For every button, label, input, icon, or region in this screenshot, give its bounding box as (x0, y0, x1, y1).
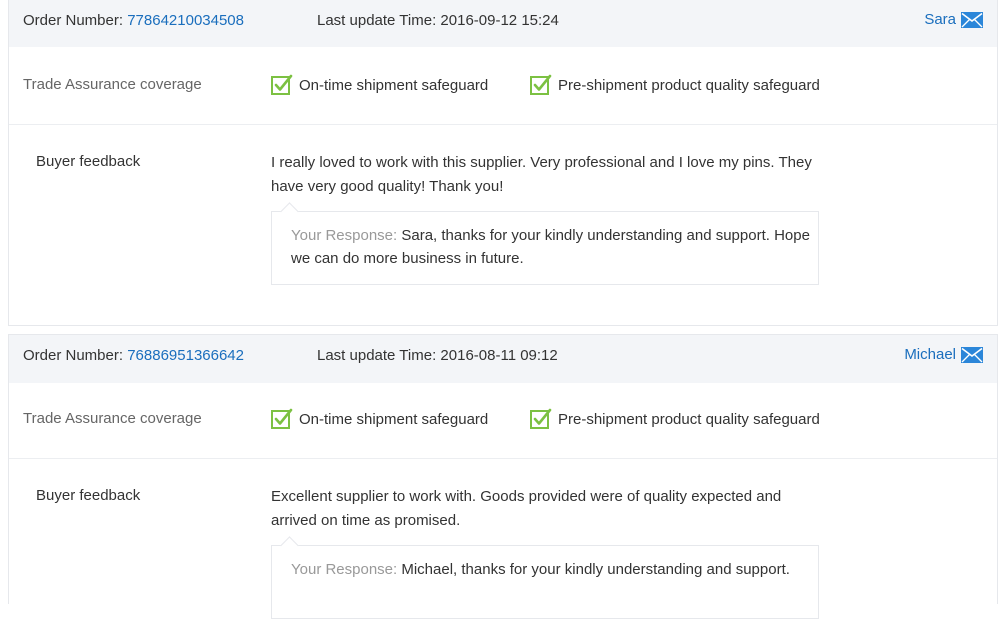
trade-assurance-row: Trade Assurance coverage On-time shipmen… (9, 47, 997, 125)
order-number-field: Order Number: 77864210034508 (23, 12, 244, 29)
response-text: Your Response: Michael, thanks for your … (291, 558, 811, 581)
mail-icon[interactable] (961, 11, 983, 28)
mail-icon[interactable] (961, 346, 983, 363)
safeguard-on-time: On-time shipment safeguard (271, 408, 488, 430)
coverage-label: Trade Assurance coverage (23, 410, 202, 427)
order-number-label: Order Number: (23, 347, 124, 364)
order-number-link[interactable]: 76886951366642 (127, 347, 244, 364)
order-card: Order Number: 77864210034508 Last update… (8, 0, 998, 326)
last-update-field: Last update Time: 2016-09-12 15:24 (317, 12, 559, 29)
last-update-field: Last update Time: 2016-08-11 09:12 (317, 347, 558, 364)
buyer-name[interactable]: Michael (904, 346, 956, 363)
safeguard-quality: Pre-shipment product quality safeguard (530, 408, 820, 430)
trade-assurance-row: Trade Assurance coverage On-time shipmen… (9, 381, 997, 459)
last-update-value: 2016-09-12 15:24 (440, 12, 559, 29)
order-number-link[interactable]: 77864210034508 (127, 12, 244, 29)
order-header: Order Number: 77864210034508 Last update… (9, 0, 997, 47)
check-icon (271, 74, 293, 95)
last-update-label: Last update Time: (317, 12, 437, 29)
order-card: Order Number: 76886951366642 Last update… (8, 334, 998, 619)
order-header: Order Number: 76886951366642 Last update… (9, 334, 997, 383)
contact-buyer-link[interactable]: Sara (924, 11, 983, 28)
response-box: Your Response: Michael, thanks for your … (271, 536, 819, 619)
safeguard-label: On-time shipment safeguard (299, 76, 489, 94)
response-text: Your Response: Sara, thanks for your kin… (291, 224, 811, 270)
feedback-text: Excellent supplier to work with. Goods p… (271, 488, 782, 529)
check-icon (530, 408, 552, 429)
last-update-label: Last update Time: (317, 347, 437, 364)
contact-buyer-link[interactable]: Michael (904, 346, 983, 363)
feedback-text: I really loved to work with this supplie… (271, 154, 812, 195)
check-icon (271, 408, 293, 429)
response-pointer (280, 536, 299, 555)
safeguard-label: On-time shipment safeguard (299, 410, 489, 428)
order-number-field: Order Number: 76886951366642 (23, 347, 244, 364)
response-message: Michael, thanks for your kindly understa… (401, 561, 790, 578)
check-icon (530, 74, 552, 95)
response-pointer (280, 202, 299, 221)
your-response-label: Your Response: (291, 227, 398, 244)
last-update-value: 2016-08-11 09:12 (440, 347, 558, 364)
buyer-name[interactable]: Sara (924, 11, 956, 28)
response-box: Your Response: Sara, thanks for your kin… (271, 202, 819, 285)
safeguard-label: Pre-shipment product quality safeguard (558, 76, 820, 94)
your-response-label: Your Response: (291, 561, 398, 578)
coverage-label: Trade Assurance coverage (23, 76, 202, 93)
order-number-label: Order Number: (23, 12, 124, 29)
feedback-label: Buyer feedback (36, 153, 141, 170)
order-feedback-list: Order Number: 77864210034508 Last update… (0, 0, 1000, 619)
safeguard-on-time: On-time shipment safeguard (271, 74, 488, 96)
safeguard-quality: Pre-shipment product quality safeguard (530, 74, 820, 96)
feedback-label: Buyer feedback (36, 487, 141, 504)
safeguard-label: Pre-shipment product quality safeguard (558, 410, 820, 428)
